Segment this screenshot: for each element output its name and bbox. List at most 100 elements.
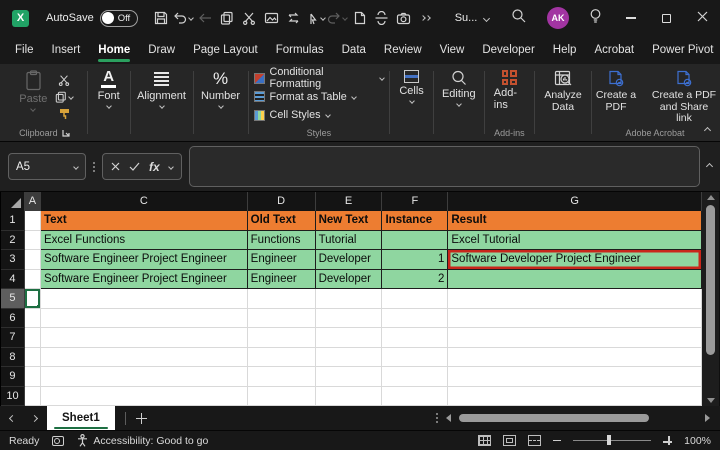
autosave-toggle[interactable]: Off xyxy=(100,10,138,27)
cell-C10[interactable] xyxy=(41,387,248,407)
cell-D6[interactable] xyxy=(248,309,316,329)
cell-D2[interactable]: Functions xyxy=(248,231,316,251)
clipboard-dialog-launcher-icon[interactable] xyxy=(62,129,70,137)
scroll-down-icon[interactable] xyxy=(707,398,715,403)
cell-C5[interactable] xyxy=(41,289,248,309)
cell-A3[interactable] xyxy=(25,250,41,270)
cell-F9[interactable] xyxy=(382,367,448,387)
tab-help[interactable]: Help xyxy=(544,38,586,63)
strikethrough-button[interactable] xyxy=(371,6,392,30)
cell-E7[interactable] xyxy=(316,328,383,348)
format-painter-button[interactable] xyxy=(55,105,73,122)
column-header-g[interactable]: G xyxy=(448,192,702,211)
row-header-5[interactable]: 5 xyxy=(1,289,25,309)
select-all-button[interactable] xyxy=(1,192,25,211)
row-header-6[interactable]: 6 xyxy=(1,309,25,329)
cell-C7[interactable] xyxy=(41,328,248,348)
cell-C4[interactable]: Software Engineer Project Engineer xyxy=(41,270,248,290)
more-commands-icon[interactable] xyxy=(415,6,436,30)
editing-button[interactable]: Editing xyxy=(438,69,480,107)
hscroll-right-icon[interactable] xyxy=(705,414,710,422)
cell-D3[interactable]: Engineer xyxy=(248,250,316,270)
name-box[interactable]: A5 xyxy=(8,153,86,180)
tab-acrobat[interactable]: Acrobat xyxy=(585,38,643,63)
cell-A4[interactable] xyxy=(25,270,41,290)
autosave-control[interactable]: AutoSave Off xyxy=(46,10,138,27)
addins-button[interactable]: Add-ins xyxy=(490,69,529,112)
analyze-data-button[interactable]: Analyze Data xyxy=(535,69,591,114)
enter-check-icon[interactable] xyxy=(129,158,140,176)
column-header-d[interactable]: D xyxy=(248,192,316,211)
find-replace-button[interactable] xyxy=(283,6,304,30)
page-layout-view-icon[interactable] xyxy=(503,435,516,446)
cell-D4[interactable]: Engineer xyxy=(248,270,316,290)
macro-record-icon[interactable] xyxy=(52,436,64,446)
tab-page-layout[interactable]: Page Layout xyxy=(184,38,267,63)
cell-F10[interactable] xyxy=(382,387,448,407)
vertical-scroll-thumb[interactable] xyxy=(706,205,715,355)
copy-small-button[interactable] xyxy=(55,88,73,105)
cell-E1[interactable]: New Text xyxy=(316,211,383,231)
lightbulb-icon[interactable] xyxy=(589,8,602,29)
cell-C2[interactable]: Excel Functions xyxy=(41,231,248,251)
tab-review[interactable]: Review xyxy=(375,38,431,63)
cell-F5[interactable] xyxy=(382,289,448,309)
alignment-button[interactable]: Alignment xyxy=(133,69,190,109)
cell-E6[interactable] xyxy=(316,309,383,329)
touch-mode-button[interactable] xyxy=(305,6,326,30)
cells-button[interactable]: Cells xyxy=(395,69,427,104)
font-button[interactable]: A Font xyxy=(94,69,124,109)
scroll-up-icon[interactable] xyxy=(707,195,715,200)
cell-G8[interactable] xyxy=(448,348,702,368)
camera-button[interactable] xyxy=(393,6,414,30)
tab-draw[interactable]: Draw xyxy=(139,38,184,63)
tab-home[interactable]: Home xyxy=(89,38,139,63)
cell-F2[interactable] xyxy=(382,231,448,251)
accessibility-status[interactable]: Accessibility: Good to go xyxy=(77,434,208,447)
cell-D1[interactable]: Old Text xyxy=(248,211,316,231)
avatar[interactable]: AK xyxy=(547,7,569,29)
row-header-8[interactable]: 8 xyxy=(1,348,25,368)
format-as-table-button[interactable]: Format as Table xyxy=(254,88,356,107)
cell-A9[interactable] xyxy=(25,367,41,387)
cell-F4[interactable]: 2 xyxy=(382,270,448,290)
horizontal-scroll-thumb[interactable] xyxy=(459,414,649,422)
row-header-3[interactable]: 3 xyxy=(1,250,25,270)
page-break-view-icon[interactable] xyxy=(528,435,541,446)
cell-G6[interactable] xyxy=(448,309,702,329)
cell-F7[interactable] xyxy=(382,328,448,348)
sheetbar-options-icon[interactable] xyxy=(436,413,438,423)
new-sheet-icon[interactable] xyxy=(136,413,147,424)
row-header-2[interactable]: 2 xyxy=(1,231,25,251)
close-icon[interactable] xyxy=(697,9,708,27)
cell-A5-active[interactable] xyxy=(25,289,41,309)
zoom-slider-thumb[interactable] xyxy=(607,435,611,445)
normal-view-icon[interactable] xyxy=(478,435,491,446)
undo-button[interactable] xyxy=(173,6,194,30)
cell-styles-button[interactable]: Cell Styles xyxy=(254,106,330,125)
picture-button[interactable] xyxy=(261,6,282,30)
cell-F1[interactable]: Instance xyxy=(382,211,448,231)
prev-sheet-icon[interactable] xyxy=(9,414,16,421)
cell-A2[interactable] xyxy=(25,231,41,251)
cell-A6[interactable] xyxy=(25,309,41,329)
cell-G3-result-highlighted[interactable]: Software Developer Project Engineer xyxy=(448,250,702,270)
cell-E4[interactable]: Developer xyxy=(316,270,383,290)
cell-D10[interactable] xyxy=(248,387,316,407)
cell-C9[interactable] xyxy=(41,367,248,387)
cell-D7[interactable] xyxy=(248,328,316,348)
cell-E2[interactable]: Tutorial xyxy=(316,231,383,251)
hscroll-left-icon[interactable] xyxy=(446,414,451,422)
cell-G10[interactable] xyxy=(448,387,702,407)
zoom-level[interactable]: 100% xyxy=(684,435,711,447)
cancel-icon[interactable] xyxy=(111,158,120,176)
cell-G9[interactable] xyxy=(448,367,702,387)
cell-G1[interactable]: Result xyxy=(448,211,702,231)
cell-C1[interactable]: Text xyxy=(41,211,248,231)
row-header-10[interactable]: 10 xyxy=(1,387,25,407)
number-button[interactable]: % Number xyxy=(197,69,244,109)
cell-G2[interactable]: Excel Tutorial xyxy=(448,231,702,251)
row-header-9[interactable]: 9 xyxy=(1,367,25,387)
cell-C3[interactable]: Software Engineer Project Engineer xyxy=(41,250,248,270)
zoom-out-icon[interactable] xyxy=(553,440,561,441)
